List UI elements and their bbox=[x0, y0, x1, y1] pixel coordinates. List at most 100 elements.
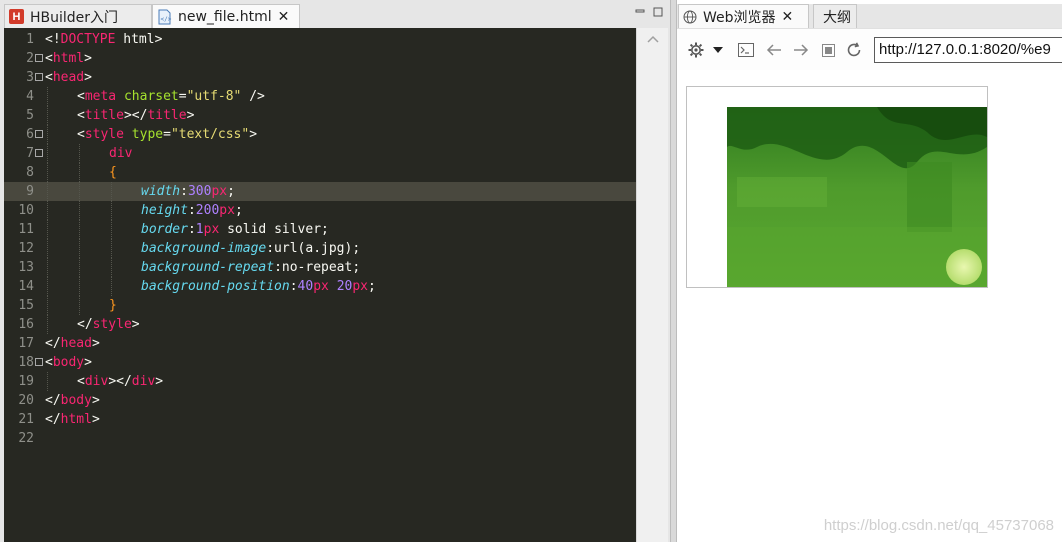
code-line[interactable]: 8{ bbox=[4, 163, 636, 182]
code-editor[interactable]: 1 <!DOCTYPE html> 2 <html> 3 <head> 4 <meta cha… bbox=[4, 28, 668, 542]
code-line[interactable]: 13 background-repeat:no-repeat; bbox=[4, 258, 636, 277]
code-token: : bbox=[187, 222, 196, 237]
settings-dropdown-button[interactable] bbox=[712, 41, 724, 59]
code-line[interactable]: 22 bbox=[4, 429, 636, 448]
code-token: : bbox=[289, 279, 298, 294]
indent-guide bbox=[47, 144, 48, 163]
code-text: div bbox=[109, 144, 132, 163]
back-arrow-icon bbox=[766, 44, 781, 56]
code-line[interactable]: 7 div bbox=[4, 144, 636, 163]
fold-toggle-icon[interactable] bbox=[35, 54, 43, 62]
line-number: 2 bbox=[26, 51, 34, 66]
console-button[interactable] bbox=[737, 41, 755, 59]
code-token: 300 bbox=[187, 184, 212, 199]
tab-web-browser[interactable]: Web浏览器 ✕ bbox=[678, 4, 809, 28]
code-line[interactable]: 21 </html> bbox=[4, 410, 636, 429]
code-line[interactable]: 18 <body> bbox=[4, 353, 636, 372]
code-text: width:300px; bbox=[141, 182, 235, 201]
tab-outline[interactable]: 大纲 bbox=[813, 4, 857, 28]
code-token: "text/css" bbox=[170, 127, 250, 142]
window-controls bbox=[634, 6, 664, 18]
code-token: ; bbox=[227, 184, 235, 199]
code-token: body bbox=[60, 393, 92, 408]
line-number: 18 bbox=[18, 355, 34, 370]
code-token: head bbox=[52, 70, 85, 85]
code-line[interactable]: 14 background-position:40px 20px; bbox=[4, 277, 636, 296]
code-text: { bbox=[109, 163, 117, 182]
code-token: < bbox=[45, 51, 53, 66]
code-line[interactable]: 15} bbox=[4, 296, 636, 315]
line-number: 7 bbox=[26, 146, 34, 161]
fold-toggle-icon[interactable] bbox=[35, 130, 43, 138]
indent-guide bbox=[47, 258, 48, 277]
code-token: </ bbox=[77, 317, 93, 332]
line-number: 10 bbox=[18, 203, 34, 218]
fold-toggle-icon[interactable] bbox=[35, 73, 43, 81]
code-token: px bbox=[211, 184, 228, 199]
indent-guide bbox=[47, 87, 48, 106]
indent-guide bbox=[79, 277, 80, 296]
refresh-button[interactable] bbox=[845, 41, 863, 59]
code-line[interactable]: 4 <meta charset="utf-8" /> bbox=[4, 87, 636, 106]
close-tab-icon[interactable]: ✕ bbox=[782, 9, 794, 25]
indent-guide bbox=[79, 201, 80, 220]
editor-tab-bar: H HBuilder入门 </> new_file.html ✕ bbox=[0, 4, 670, 28]
back-button[interactable] bbox=[765, 41, 783, 59]
code-line[interactable]: 10 height:200px; bbox=[4, 201, 636, 220]
indent-guide bbox=[79, 296, 80, 315]
indent-guide bbox=[47, 201, 48, 220]
code-line[interactable]: 3 <head> bbox=[4, 68, 636, 87]
code-line[interactable]: 5 <title></title> bbox=[4, 106, 636, 125]
vertical-scrollbar[interactable] bbox=[636, 28, 668, 542]
code-line[interactable]: 16 </style> bbox=[4, 315, 636, 334]
code-line[interactable]: 6 <style type="text/css"> bbox=[4, 125, 636, 144]
fold-toggle-icon[interactable] bbox=[35, 149, 43, 157]
indent-guide bbox=[111, 201, 112, 220]
code-line[interactable]: 9 width:300px; bbox=[4, 182, 636, 201]
code-lines: 1 <!DOCTYPE html> 2 <html> 3 <head> 4 <meta cha… bbox=[4, 30, 636, 448]
minimize-button[interactable] bbox=[634, 6, 646, 18]
code-token: = bbox=[163, 127, 171, 142]
scroll-up-icon[interactable] bbox=[646, 34, 660, 44]
code-line[interactable]: 1 <!DOCTYPE html> bbox=[4, 30, 636, 49]
code-line[interactable]: 19 <div></div> bbox=[4, 372, 636, 391]
maximize-button[interactable] bbox=[652, 6, 664, 18]
code-line[interactable]: 2 <html> bbox=[4, 49, 636, 68]
tab-hbuilder-intro[interactable]: H HBuilder入门 bbox=[4, 4, 152, 28]
indent-guide bbox=[79, 182, 80, 201]
code-text: </style> bbox=[77, 315, 140, 334]
stop-button[interactable] bbox=[820, 41, 836, 59]
code-token: < bbox=[77, 374, 85, 389]
code-line[interactable]: 11 border:1px solid silver; bbox=[4, 220, 636, 239]
dropdown-arrow-icon bbox=[713, 47, 723, 53]
code-token: > bbox=[91, 412, 100, 427]
code-line[interactable]: 20 </body> bbox=[4, 391, 636, 410]
indent-guide bbox=[47, 372, 48, 391]
close-tab-icon[interactable]: ✕ bbox=[278, 9, 290, 25]
code-token: > bbox=[91, 393, 100, 408]
line-number: 11 bbox=[18, 222, 34, 237]
indent-guide bbox=[47, 220, 48, 239]
pane-splitter[interactable] bbox=[670, 0, 677, 542]
stop-icon bbox=[821, 43, 835, 57]
code-token: > bbox=[84, 51, 92, 66]
forward-button[interactable] bbox=[792, 41, 810, 59]
tab-new-file[interactable]: </> new_file.html ✕ bbox=[152, 4, 300, 28]
settings-button[interactable] bbox=[687, 41, 705, 59]
fold-toggle-icon[interactable] bbox=[35, 358, 43, 366]
code-token: meta bbox=[84, 89, 117, 104]
code-token: DOCTYPE bbox=[60, 32, 116, 47]
indent-guide bbox=[47, 277, 48, 296]
url-input[interactable]: http://127.0.0.1:8020/%e9 bbox=[874, 37, 1062, 63]
code-line[interactable]: 17 </head> bbox=[4, 334, 636, 353]
code-line[interactable]: 12 background-image:url(a.jpg); bbox=[4, 239, 636, 258]
code-text: <body> bbox=[45, 353, 92, 372]
indent-guide bbox=[79, 220, 80, 239]
tab-label: 大纲 bbox=[823, 9, 851, 26]
code-token: ; bbox=[368, 279, 376, 294]
code-token: "utf-8" bbox=[186, 89, 242, 104]
line-number: 14 bbox=[18, 279, 34, 294]
code-token: background-position bbox=[141, 279, 290, 294]
